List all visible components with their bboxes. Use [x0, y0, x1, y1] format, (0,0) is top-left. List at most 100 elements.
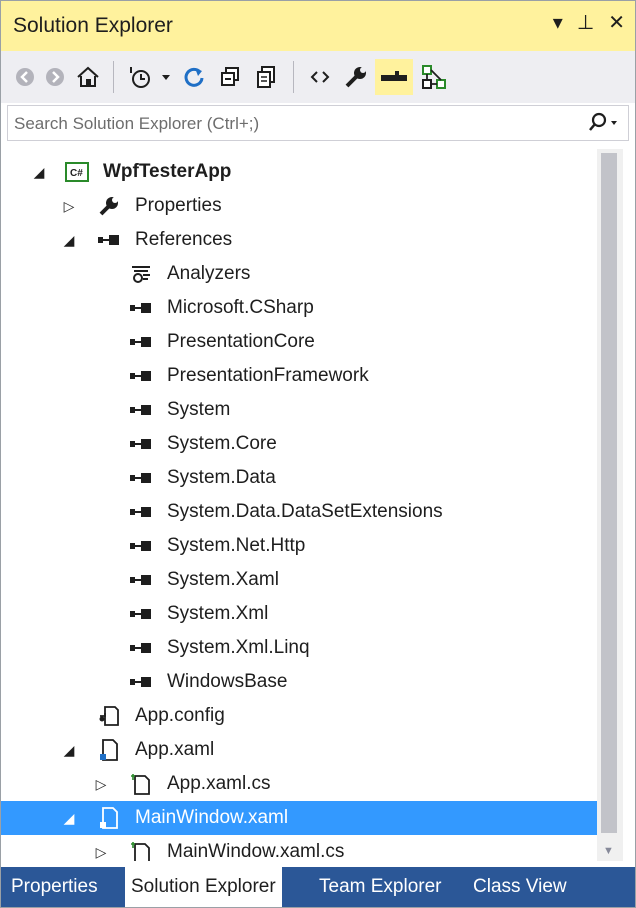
reference-icon [129, 500, 153, 524]
tree-item-label: App.xaml [135, 739, 215, 760]
tree-item-label: MainWindow.xaml.cs [167, 841, 345, 861]
tree-item-main-window-xaml[interactable]: ◢ MainWindow.xaml [1, 801, 597, 835]
toolbar [1, 51, 635, 103]
reference-icon [129, 364, 153, 388]
expand-arrow-icon[interactable]: ▷ [61, 196, 77, 216]
tree-item-reference[interactable]: System.Core [1, 427, 597, 461]
collapse-arrow-icon[interactable]: ◢ [61, 740, 77, 760]
home-icon[interactable] [73, 59, 103, 95]
tree-item-app-xaml-cs[interactable]: ▷ App.xaml.cs [1, 767, 597, 801]
search-placeholder: Search Solution Explorer (Ctrl+;) [14, 114, 260, 133]
tree-item-reference[interactable]: System.Xaml [1, 563, 597, 597]
solution-explorer-window: Solution Explorer ▾ ⊥ ✕ Search Solution … [0, 0, 636, 908]
window-title: Solution Explorer [13, 14, 173, 37]
tree-item-label: WindowsBase [167, 671, 288, 692]
preview-selected-icon[interactable] [375, 59, 413, 95]
collapse-all-icon[interactable] [215, 59, 245, 95]
tree-item-label: Analyzers [167, 263, 251, 284]
tree-item-label: System.Net.Http [167, 535, 306, 556]
xaml-file-icon [97, 738, 121, 762]
config-file-icon [97, 704, 121, 728]
vertical-scrollbar[interactable]: ▼ [597, 149, 623, 861]
tree-item-label: System.Xml [167, 603, 269, 624]
properties-icon[interactable] [341, 59, 371, 95]
tab-class-view[interactable]: Class View [467, 867, 573, 907]
tree-item-reference[interactable]: System.Data [1, 461, 597, 495]
expand-arrow-icon[interactable]: ▷ [93, 774, 109, 794]
tree-item-reference[interactable]: System.Xml [1, 597, 597, 631]
tree-item-app-xaml[interactable]: ◢ App.xaml [1, 733, 597, 767]
pending-changes-icon[interactable] [125, 59, 155, 95]
reference-icon [129, 330, 153, 354]
tree-item-label: App.xaml.cs [167, 773, 271, 794]
tree-item-label: Properties [135, 195, 222, 216]
tree-item-project[interactable]: ◢ C# WpfTesterApp [1, 155, 597, 189]
tab-solution-explorer[interactable]: Solution Explorer [125, 867, 282, 907]
forward-icon[interactable] [43, 59, 67, 95]
reference-icon [129, 670, 153, 694]
pin-icon[interactable]: ⊥ [577, 11, 594, 35]
tree-item-properties[interactable]: ▷ Properties [1, 189, 597, 223]
tree-item-label: References [135, 229, 233, 250]
reference-icon [129, 568, 153, 592]
view-class-diagram-icon[interactable] [417, 59, 451, 95]
tree-item-reference[interactable]: System [1, 393, 597, 427]
tree-item-label: PresentationCore [167, 331, 315, 352]
csharp-project-icon: C# [65, 160, 89, 184]
tree-item-label: System [167, 399, 231, 420]
collapse-arrow-icon[interactable]: ◢ [61, 808, 77, 828]
references-icon [97, 228, 121, 252]
reference-icon [129, 534, 153, 558]
tree-item-label: System.Data [167, 467, 276, 488]
reference-icon [129, 398, 153, 422]
collapse-arrow-icon[interactable]: ◢ [31, 162, 47, 182]
tree-item-label: WpfTesterApp [103, 161, 232, 182]
tree-item-reference[interactable]: PresentationFramework [1, 359, 597, 393]
tree-item-reference[interactable]: PresentationCore [1, 325, 597, 359]
title-bar: Solution Explorer ▾ ⊥ ✕ [1, 1, 635, 51]
tree-item-reference[interactable]: System.Net.Http [1, 529, 597, 563]
back-icon[interactable] [13, 59, 37, 95]
tree-item-reference[interactable]: Analyzers [1, 257, 597, 291]
tree-item-label: System.Data.DataSetExtensions [167, 501, 443, 522]
expand-arrow-icon[interactable]: ▷ [93, 842, 109, 861]
xaml-file-icon [97, 806, 121, 830]
tree-item-reference[interactable]: System.Xml.Linq [1, 631, 597, 665]
reference-icon [129, 636, 153, 660]
search-input[interactable]: Search Solution Explorer (Ctrl+;) [7, 105, 629, 141]
show-all-files-icon[interactable] [251, 59, 281, 95]
reference-icon [129, 466, 153, 490]
close-icon[interactable]: ✕ [608, 11, 625, 35]
tree-item-reference[interactable]: WindowsBase [1, 665, 597, 699]
wrench-icon [97, 194, 121, 218]
window-menu-dropdown-icon[interactable]: ▾ [553, 11, 563, 35]
view-code-icon[interactable] [305, 59, 335, 95]
tool-window-tabs: Properties Solution Explorer Team Explor… [1, 867, 635, 907]
scroll-down-icon[interactable]: ▼ [603, 845, 614, 857]
tab-properties[interactable]: Properties [5, 867, 104, 907]
search-icon[interactable] [586, 111, 620, 140]
reference-icon [129, 602, 153, 626]
tree-item-label: System.Xml.Linq [167, 637, 310, 658]
tab-team-explorer[interactable]: Team Explorer [313, 867, 448, 907]
tree-item-app-config[interactable]: App.config [1, 699, 597, 733]
solution-tree: ◢ C# WpfTesterApp ▷ Properties ◢ Referen… [1, 149, 597, 861]
tree-item-label: MainWindow.xaml [135, 807, 289, 828]
collapse-arrow-icon[interactable]: ◢ [61, 230, 77, 250]
tree-item-label: Microsoft.CSharp [167, 297, 314, 318]
tree-item-label: System.Core [167, 433, 277, 454]
scrollbar-thumb[interactable] [601, 153, 617, 833]
tree-item-reference[interactable]: System.Data.DataSetExtensions [1, 495, 597, 529]
tree-item-label: App.config [135, 705, 225, 726]
tree-item-label: System.Xaml [167, 569, 279, 590]
tree-item-references[interactable]: ◢ References [1, 223, 597, 257]
csharp-file-icon [129, 772, 153, 796]
analyzers-icon [129, 262, 153, 286]
csharp-file-icon [129, 840, 153, 861]
tree-item-label: PresentationFramework [167, 365, 369, 386]
reference-icon [129, 296, 153, 320]
tree-item-main-window-xaml-cs[interactable]: ▷ MainWindow.xaml.cs [1, 835, 597, 861]
dropdown-icon[interactable] [157, 59, 175, 95]
refresh-icon[interactable] [179, 59, 209, 95]
tree-item-reference[interactable]: Microsoft.CSharp [1, 291, 597, 325]
